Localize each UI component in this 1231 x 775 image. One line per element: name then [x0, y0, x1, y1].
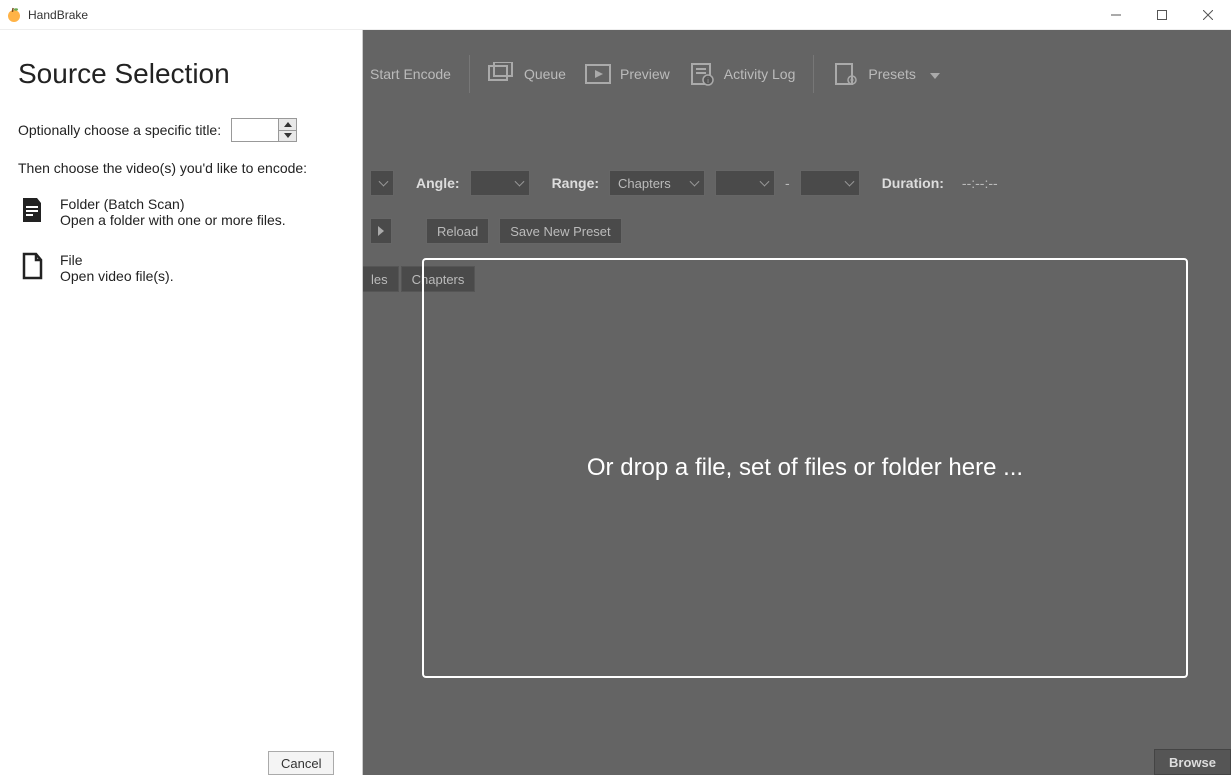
browse-button[interactable]: Browse — [1154, 749, 1231, 775]
toolbar-label: Preview — [620, 66, 670, 82]
choose-video-instruction: Then choose the video(s) you'd like to e… — [18, 160, 340, 176]
reload-button[interactable]: Reload — [426, 218, 489, 244]
specific-title-spinner[interactable] — [231, 118, 297, 142]
source-selection-heading: Source Selection — [18, 58, 340, 90]
toolbar-label: Start Encode — [370, 66, 451, 82]
tab-partial[interactable]: les — [360, 266, 399, 292]
source-selection-panel: Source Selection Optionally choose a spe… — [0, 30, 363, 775]
title-controls-row: Angle: Range: Chapters - Duration: --:--… — [370, 170, 998, 196]
queue-icon — [488, 62, 516, 86]
range-start-dropdown[interactable] — [715, 170, 775, 196]
titlebar: HandBrake — [0, 0, 1231, 30]
spinner-down-icon[interactable] — [279, 131, 296, 142]
toolbar-label: Activity Log — [724, 66, 796, 82]
minimize-button[interactable] — [1093, 0, 1139, 30]
drop-zone[interactable]: Or drop a file, set of files or folder h… — [422, 258, 1188, 678]
open-file-title: File — [60, 252, 174, 268]
folder-icon — [18, 196, 46, 226]
cancel-button[interactable]: Cancel — [268, 751, 334, 775]
chevron-down-icon — [930, 66, 940, 82]
range-dash: - — [785, 175, 790, 191]
close-button[interactable] — [1185, 0, 1231, 30]
open-folder-title: Folder (Batch Scan) — [60, 196, 286, 212]
open-folder-option[interactable]: Folder (Batch Scan) Open a folder with o… — [18, 194, 340, 230]
open-file-option[interactable]: File Open video file(s). — [18, 250, 340, 286]
maximize-button[interactable] — [1139, 0, 1185, 30]
range-end-dropdown[interactable] — [800, 170, 860, 196]
angle-label: Angle: — [416, 175, 460, 191]
activity-log-button[interactable]: i Activity Log — [688, 62, 796, 86]
queue-button[interactable]: Queue — [488, 62, 566, 86]
range-label: Range: — [552, 175, 599, 191]
title-dropdown[interactable] — [370, 170, 394, 196]
app-logo-icon — [6, 7, 22, 23]
window-title: HandBrake — [28, 8, 88, 22]
duration-label: Duration: — [882, 175, 944, 191]
preset-play-button[interactable] — [370, 218, 392, 244]
toolbar-label: Presets — [868, 66, 915, 82]
angle-dropdown[interactable] — [470, 170, 530, 196]
activity-log-icon: i — [688, 62, 716, 86]
preset-row: Reload Save New Preset — [370, 218, 622, 244]
presets-icon — [832, 62, 860, 86]
range-type-dropdown[interactable]: Chapters — [609, 170, 705, 196]
drop-zone-message: Or drop a file, set of files or folder h… — [587, 454, 1023, 482]
start-encode-button[interactable]: Start Encode — [370, 66, 451, 82]
file-icon — [18, 252, 46, 282]
toolbar-label: Queue — [524, 66, 566, 82]
duration-value: --:--:-- — [962, 175, 998, 191]
presets-button[interactable]: Presets — [832, 62, 939, 86]
spinner-up-icon[interactable] — [279, 119, 296, 131]
open-folder-desc: Open a folder with one or more files. — [60, 212, 286, 228]
open-file-desc: Open video file(s). — [60, 268, 174, 284]
save-new-preset-button[interactable]: Save New Preset — [499, 218, 621, 244]
main-toolbar: Start Encode Queue Preview i Activity Lo… — [370, 55, 940, 93]
preview-icon — [584, 62, 612, 86]
preview-button[interactable]: Preview — [584, 62, 670, 86]
specific-title-label: Optionally choose a specific title: — [18, 122, 221, 138]
